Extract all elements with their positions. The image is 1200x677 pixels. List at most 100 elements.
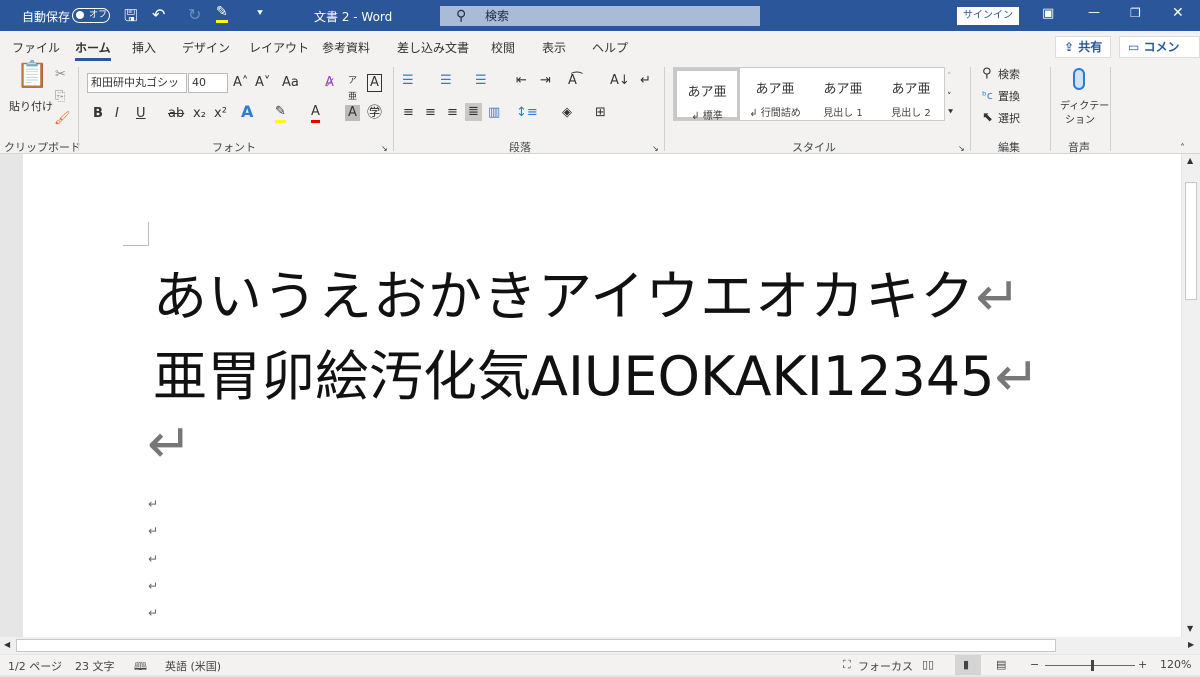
font-name-select[interactable]: 和田研中丸ゴシッ [87, 73, 187, 93]
document-line-1[interactable]: あいうえおかきアイウエオカキク↵ [153, 252, 1022, 331]
search-box[interactable]: ⚲ 検索 [440, 6, 760, 26]
show-marks-icon[interactable]: ↵ [640, 73, 651, 89]
decrease-indent-icon[interactable]: ⇤ [516, 73, 527, 89]
italic-icon[interactable]: I [115, 106, 119, 122]
increase-indent-icon[interactable]: ⇥ [540, 73, 551, 89]
font-size-select[interactable]: 40 [188, 73, 228, 93]
cut-icon[interactable]: ✂ [55, 67, 66, 83]
scroll-up-icon[interactable]: ▲ [1187, 156, 1193, 165]
style-normal[interactable]: あア亜 ↲ 標準 [674, 68, 740, 122]
clear-formatting-icon[interactable]: A̷ [325, 75, 334, 91]
character-border-icon[interactable]: A [367, 74, 382, 92]
bullets-icon[interactable]: ☰ [402, 73, 414, 89]
select-button[interactable]: 選択 [998, 111, 1020, 127]
enclose-characters-icon[interactable]: ㊫ [367, 104, 382, 120]
style-heading-1[interactable]: あア亜 見出し 1 [810, 68, 876, 120]
highlight-color-icon[interactable]: ✎ [275, 104, 286, 123]
vertical-scrollbar[interactable]: ▲ ▼ [1182, 154, 1200, 637]
zoom-out-button[interactable]: − [1030, 658, 1039, 671]
tab-view[interactable]: 表示 [542, 39, 566, 56]
scroll-left-icon[interactable]: ◀ [4, 640, 10, 649]
language[interactable]: 英語 (米国) [165, 658, 221, 674]
tab-mailings[interactable]: 差し込み文書 [397, 39, 469, 56]
page-count[interactable]: 1/2 ページ [8, 658, 62, 674]
save-icon[interactable]: 🖫 [124, 5, 138, 32]
grow-font-icon[interactable]: A˄ [233, 75, 248, 91]
dictate-button-line2[interactable]: ション [1065, 113, 1095, 129]
styles-scroll-up-icon[interactable]: ˄ [947, 69, 952, 85]
tab-design[interactable]: デザイン [182, 39, 230, 56]
line-spacing-icon[interactable]: ↕≡ [516, 105, 538, 121]
scroll-right-icon[interactable]: ▶ [1188, 640, 1194, 649]
styles-scroll-down-icon[interactable]: ˅ [947, 89, 952, 105]
focus-icon[interactable]: ⛶ [843, 658, 851, 672]
share-button[interactable]: ⇪ 共有 [1055, 36, 1112, 58]
microphone-icon[interactable] [1073, 68, 1085, 90]
select-icon[interactable]: ⬉ [982, 110, 993, 126]
close-button[interactable]: ✕ [1172, 5, 1184, 21]
character-shading-icon[interactable]: A [345, 105, 360, 121]
find-button[interactable]: 検索 [998, 67, 1020, 83]
horizontal-scroll-thumb[interactable] [16, 639, 1056, 652]
bold-icon[interactable]: B [93, 106, 103, 122]
align-right-icon[interactable]: ≡ [447, 105, 458, 121]
subscript-icon[interactable]: x₂ [193, 106, 206, 122]
highlighter-icon[interactable]: ✎ [216, 4, 228, 23]
tab-file[interactable]: ファイル [12, 39, 60, 56]
autosave-toggle[interactable]: オフ [72, 8, 110, 23]
signin-button[interactable]: サインイン [957, 7, 1019, 25]
underline-icon[interactable]: U [136, 106, 146, 122]
restore-button[interactable]: ❐ [1130, 6, 1141, 20]
ribbon-display-icon[interactable]: ▣ [1042, 6, 1054, 21]
document-page[interactable]: あいうえおかきアイウエオカキク↵ 亜胃卯絵汚化気AIUEOKAKI12345↵ … [23, 154, 1181, 637]
paste-button[interactable]: 貼り付け [9, 99, 53, 115]
justify-icon[interactable]: ≣ [465, 103, 482, 121]
tab-help[interactable]: ヘルプ [592, 39, 628, 56]
style-heading-2[interactable]: あア亜 見出し 2 [878, 68, 944, 120]
zoom-in-button[interactable]: + [1138, 658, 1147, 671]
shading-icon[interactable]: ◈ [562, 105, 572, 121]
tab-insert[interactable]: 挿入 [132, 39, 156, 56]
comment-button[interactable]: ▭ コメント [1119, 36, 1200, 74]
paste-icon[interactable]: 📋 [16, 62, 48, 88]
style-no-spacing[interactable]: あア亜 ↲ 行間詰め [742, 68, 808, 120]
read-mode-icon[interactable]: ▯▯ [922, 658, 934, 671]
web-layout-icon[interactable]: ▤ [996, 658, 1006, 671]
align-left-icon[interactable]: ≡ [403, 105, 414, 121]
zoom-slider-thumb[interactable] [1091, 660, 1095, 671]
copy-icon[interactable]: ⎘ [55, 89, 65, 105]
zoom-level[interactable]: 120% [1160, 658, 1191, 671]
distributed-icon[interactable]: ▥ [488, 105, 500, 121]
customize-qat-icon[interactable]: ⯆ [256, 8, 264, 19]
strikethrough-icon[interactable]: ab [168, 106, 184, 122]
zoom-slider[interactable] [1045, 665, 1135, 666]
focus-button[interactable]: フォーカス [858, 658, 913, 674]
scroll-down-icon[interactable]: ▼ [1187, 624, 1193, 633]
print-layout-icon[interactable]: ▮ [955, 655, 981, 675]
font-color-icon[interactable]: A [311, 104, 320, 123]
proofing-icon[interactable]: 🕮 [134, 658, 147, 677]
align-center-icon[interactable]: ≡ [425, 105, 436, 121]
vertical-scroll-thumb[interactable] [1185, 182, 1197, 300]
text-effects-icon[interactable]: A [241, 104, 253, 120]
undo-icon[interactable]: ↶ [152, 5, 165, 24]
shrink-font-icon[interactable]: A˅ [255, 75, 270, 91]
replace-icon[interactable]: ᵇc [982, 88, 993, 104]
horizontal-scrollbar[interactable]: ◀ ▶ [0, 637, 1200, 654]
minimize-button[interactable]: — [1088, 5, 1100, 19]
tab-references[interactable]: 参考資料 [322, 39, 370, 56]
document-line-2[interactable]: 亜胃卯絵汚化気AIUEOKAKI12345↵ [153, 332, 1040, 411]
find-icon[interactable]: ⚲ [982, 66, 992, 82]
multilevel-list-icon[interactable]: ☰ [475, 73, 487, 89]
sort-icon[interactable]: A↓ [610, 73, 630, 89]
tab-home[interactable]: ホーム [75, 39, 111, 61]
numbering-icon[interactable]: ☰ [440, 73, 452, 89]
format-painter-icon[interactable]: 🖌 [54, 111, 71, 127]
styles-more-icon[interactable]: ⯆ [947, 105, 954, 121]
tab-layout[interactable]: レイアウト [249, 39, 309, 56]
word-count[interactable]: 23 文字 [75, 658, 115, 674]
phonetic-guide-icon[interactable]: ア亜 [348, 73, 357, 105]
borders-icon[interactable]: ⊞ [595, 105, 606, 121]
tab-review[interactable]: 校閲 [491, 39, 515, 56]
replace-button[interactable]: 置換 [998, 89, 1020, 105]
